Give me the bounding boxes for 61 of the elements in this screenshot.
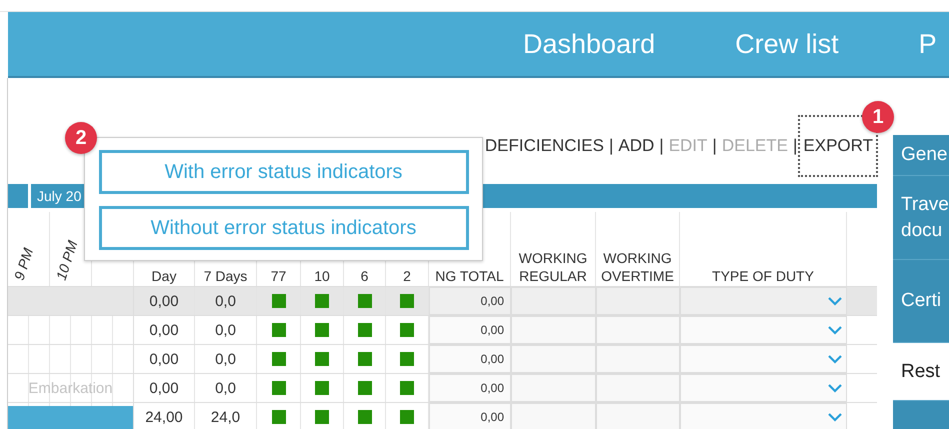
export-option-button[interactable]: Without error status indicators — [98, 206, 468, 250]
duty-dropdown[interactable] — [680, 403, 847, 429]
step-badge: 2 — [65, 122, 97, 154]
chevron-icon — [828, 354, 842, 364]
table-cell: 24,0 — [195, 403, 257, 429]
chevron-icon — [828, 296, 842, 306]
column-header: 77 — [270, 266, 286, 285]
column-header: TYPE OF DUTY — [712, 266, 814, 285]
column-header: WORKING OVERTIME — [600, 248, 675, 285]
toolbar-link[interactable]: DEFICIENCIES — [482, 136, 606, 156]
column-header: 7 Days — [204, 266, 248, 285]
table-cell: 0,00 — [429, 403, 511, 429]
table-cell: 0,0 — [195, 345, 257, 373]
table-row[interactable]: 0,00 0,0 0,00 — [8, 345, 877, 374]
table-cell: 0,00 — [429, 316, 511, 344]
chevron-icon — [828, 384, 842, 392]
table-cell: 0,0 — [195, 374, 257, 402]
column-header: 2 — [403, 266, 411, 285]
duty-dropdown[interactable] — [680, 345, 847, 373]
separator: | — [792, 136, 798, 156]
separator: | — [658, 136, 665, 156]
table-cell: 0,00 — [134, 316, 195, 344]
table-cell: 0,00 — [134, 287, 195, 315]
table-cell: 0,00 — [429, 374, 511, 402]
table-cell: 0,00 — [134, 374, 195, 402]
sidebar-item[interactable]: Certi — [893, 260, 949, 343]
timeline-label: Embarkation — [28, 380, 113, 396]
nav-link[interactable]: P — [918, 28, 937, 60]
column-header: NG TOTAL — [435, 266, 504, 285]
column-header: 10 — [314, 266, 330, 285]
table-row[interactable]: Embarkation 0,00 0,0 0,00 — [8, 374, 877, 403]
nav-link[interactable]: Dashboard — [523, 28, 656, 60]
hour-header: 9 PM — [10, 246, 36, 282]
duty-dropdown[interactable] — [680, 374, 847, 402]
export-option-button[interactable]: With error status indicators — [98, 150, 468, 194]
table-cell: 24,00 — [134, 403, 195, 429]
table-row[interactable]: 0,00 0,0 0,00 — [8, 287, 877, 316]
table-cell: 0,00 — [134, 345, 195, 373]
separator: | — [608, 136, 614, 156]
toolbar-link[interactable]: ADD — [616, 136, 656, 156]
separator: | — [711, 136, 718, 156]
sidebar-item[interactable]: Trave docu — [893, 176, 949, 260]
table-row[interactable]: 0,00 0,0 0,00 — [8, 316, 877, 345]
chevron-icon — [828, 412, 842, 422]
table-cell: 0,00 — [429, 287, 511, 315]
duty-dropdown[interactable] — [680, 316, 847, 344]
column-header: 6 — [360, 266, 368, 285]
table-row[interactable]: 24,00 24,0 0,00 — [8, 403, 877, 429]
sidebar-item[interactable]: Gene — [893, 135, 949, 176]
column-header: Day — [152, 266, 176, 285]
table-cell: 0,0 — [195, 287, 257, 315]
table-cell: 0,0 — [195, 316, 257, 344]
month-label: July 20 — [36, 187, 82, 206]
nav-link[interactable]: Crew list — [735, 28, 839, 60]
table-cell: 0,00 — [429, 345, 511, 373]
duty-dropdown[interactable] — [680, 287, 847, 315]
column-header: WORKING REGULAR — [518, 248, 588, 285]
step-badge: 1 — [862, 101, 894, 133]
chevron-icon — [828, 326, 842, 334]
sidebar-item[interactable] — [893, 401, 949, 429]
hour-header: 10 PM — [52, 238, 80, 282]
